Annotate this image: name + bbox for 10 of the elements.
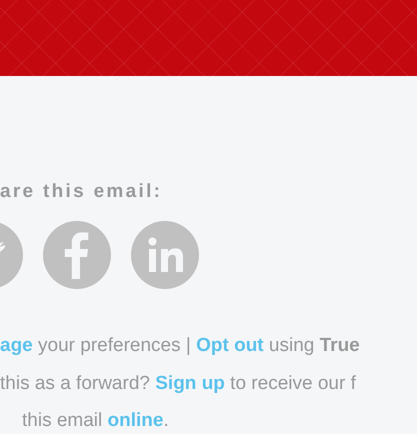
share-heading: are this email: xyxy=(0,181,164,203)
in-letter-icon[interactable] xyxy=(131,221,199,289)
footer-link[interactable]: Sign up xyxy=(155,372,225,394)
footer-link[interactable]: online xyxy=(108,410,164,431)
footer-link[interactable]: age xyxy=(0,335,33,356)
f-letter-icon[interactable] xyxy=(43,221,111,289)
footer-text: this email online. xyxy=(21,409,170,433)
footer-text: age your preferences | Opt out using True xyxy=(0,334,361,358)
footer-link[interactable]: Opt out xyxy=(196,335,264,356)
footer-text: this as a forward? Sign up to receive our f xyxy=(0,372,357,396)
